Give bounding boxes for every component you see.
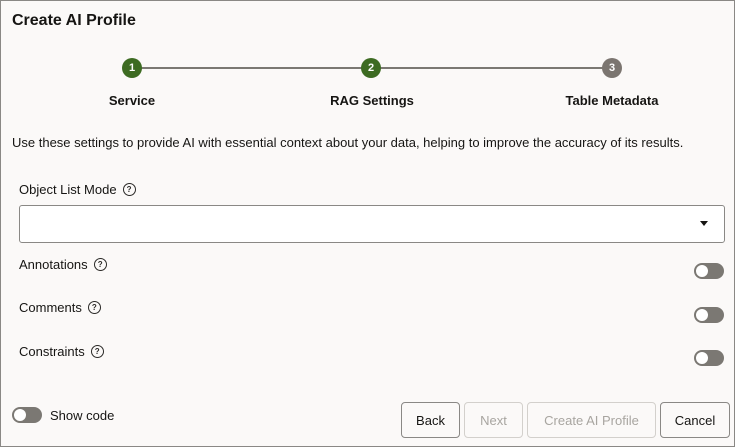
- description-text: Use these settings to provide AI with es…: [12, 135, 684, 150]
- create-ai-profile-dialog: Create AI Profile 1 2 3 Service RAG Sett…: [0, 0, 735, 447]
- help-icon[interactable]: ?: [90, 345, 104, 358]
- dialog-title: Create AI Profile: [12, 12, 136, 29]
- train-connector-2: [379, 67, 606, 69]
- help-icon[interactable]: ?: [87, 301, 101, 314]
- toggle-knob: [696, 265, 708, 277]
- comments-toggle[interactable]: [694, 307, 724, 323]
- next-button[interactable]: Next: [464, 402, 523, 438]
- annotations-toggle[interactable]: [694, 263, 724, 279]
- cancel-button[interactable]: Cancel: [660, 402, 730, 438]
- toggle-knob: [14, 409, 26, 421]
- step-2-indicator[interactable]: 2: [361, 58, 381, 78]
- create-ai-profile-button[interactable]: Create AI Profile: [527, 402, 656, 438]
- step-1-indicator[interactable]: 1: [122, 58, 142, 78]
- toggle-knob: [696, 352, 708, 364]
- constraints-label-text: Constraints: [19, 344, 85, 359]
- constraints-label: Constraints ?: [19, 344, 104, 359]
- comments-label-text: Comments: [19, 300, 82, 315]
- help-icon[interactable]: ?: [122, 183, 136, 196]
- step-2-label[interactable]: RAG Settings: [330, 93, 414, 108]
- train-connector-1: [141, 67, 363, 69]
- caret-down-icon: [700, 221, 708, 226]
- annotations-label: Annotations ?: [19, 257, 107, 272]
- step-3-indicator[interactable]: 3: [602, 58, 622, 78]
- comments-label: Comments ?: [19, 300, 101, 315]
- back-button[interactable]: Back: [401, 402, 460, 438]
- step-1-number: 1: [128, 62, 136, 74]
- toggle-knob: [696, 309, 708, 321]
- object-list-mode-select[interactable]: [19, 205, 725, 243]
- show-code-label: Show code: [50, 408, 115, 423]
- constraints-toggle[interactable]: [694, 350, 724, 366]
- step-3-number: 3: [608, 62, 616, 74]
- object-list-mode-label: Object List Mode ?: [19, 182, 136, 197]
- step-1-label[interactable]: Service: [109, 93, 155, 108]
- help-icon[interactable]: ?: [93, 258, 107, 271]
- show-code-toggle[interactable]: [12, 407, 42, 423]
- annotations-label-text: Annotations: [19, 257, 88, 272]
- step-3-label[interactable]: Table Metadata: [566, 93, 659, 108]
- step-2-number: 2: [367, 62, 375, 74]
- object-list-mode-label-text: Object List Mode: [19, 182, 117, 197]
